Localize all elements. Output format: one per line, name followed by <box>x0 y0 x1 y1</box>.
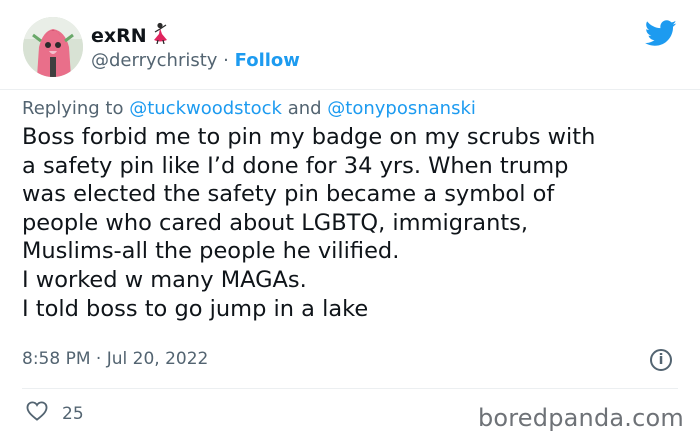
author-name-row[interactable]: exRN <box>91 22 171 49</box>
tweet-date: Jul 20, 2022 <box>106 349 209 369</box>
reply-prefix: Replying to <box>22 98 124 119</box>
twitter-bird-icon[interactable] <box>644 20 677 47</box>
author-handle[interactable]: @derrychristy <box>91 50 217 71</box>
header-divider <box>0 89 700 90</box>
like-count: 25 <box>62 403 84 424</box>
author-name[interactable]: exRN <box>91 25 147 47</box>
tweet-line: Boss forbid me to pin my badge on my scr… <box>22 124 596 150</box>
dancer-emoji-icon <box>151 22 171 49</box>
tweet-line: I worked w many MAGAs. <box>22 266 307 293</box>
tweet-line: Muslims-all the people he vilified. <box>22 238 400 265</box>
boredpanda-watermark: boredpanda.com <box>477 404 684 432</box>
reply-context: Replying to @tuckwoodstock and @tonyposn… <box>22 98 476 119</box>
reply-conjunction: and <box>287 98 322 119</box>
tweet-line: people who cared about LGBTQ, immigrants… <box>22 209 529 236</box>
tweet-line: was elected the safety pin became a symb… <box>22 181 555 208</box>
avatar[interactable] <box>23 17 83 77</box>
tweet-text: Boss forbid me to pin my badge on my scr… <box>22 123 687 323</box>
separator-dot: · <box>223 50 229 71</box>
info-icon[interactable]: i <box>650 349 672 371</box>
author-handle-row: @derrychristy · Follow <box>91 50 300 71</box>
mention-link-1[interactable]: @tuckwoodstock <box>129 98 282 119</box>
mention-link-2[interactable]: @tonyposnanski <box>327 98 476 119</box>
tweet-line: a safety pin like I’d done for 34 yrs. W… <box>22 152 569 179</box>
like-button[interactable]: 25 <box>26 401 84 426</box>
separator-dot: · <box>95 349 102 369</box>
tweet-line: I told boss to go jump in a lake <box>22 295 369 322</box>
footer-divider <box>22 388 678 389</box>
tweet-timestamp[interactable]: 8:58 PM · Jul 20, 2022 <box>22 349 208 369</box>
follow-button[interactable]: Follow <box>235 50 300 71</box>
tweet-time: 8:58 PM <box>22 349 91 369</box>
heart-icon[interactable] <box>26 401 48 426</box>
avatar-image <box>23 17 83 77</box>
